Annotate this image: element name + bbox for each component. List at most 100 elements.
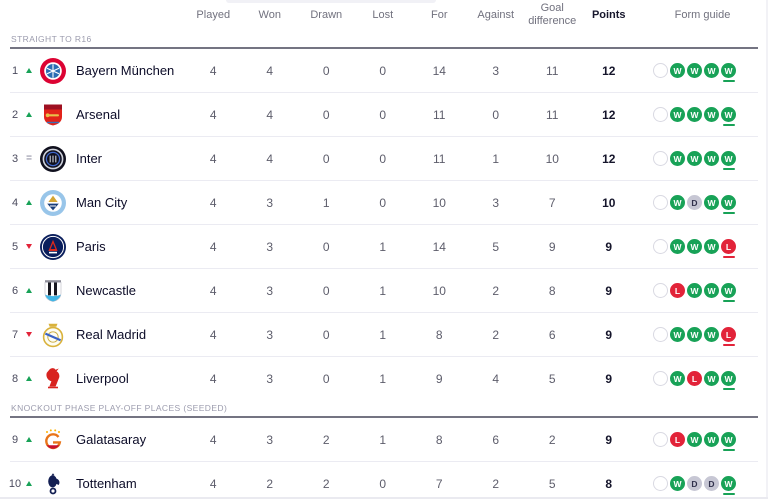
column-header-drawn: Drawn — [298, 9, 355, 22]
cell-for: 10 — [411, 196, 468, 210]
column-header-lost: Lost — [355, 9, 412, 22]
down-arrow-icon — [26, 332, 32, 337]
form-w-icon: W — [670, 63, 685, 78]
rank-number: 5 — [8, 241, 22, 253]
form-guide: WWWW — [637, 63, 768, 78]
team-name[interactable]: Real Madrid — [70, 327, 185, 342]
table-row[interactable]: 10Tottenham42207258WDDW — [0, 462, 768, 499]
up-arrow-icon — [26, 481, 32, 486]
cell-gd: 9 — [524, 240, 581, 254]
table-row[interactable]: 7Real Madrid43018269WWWL — [0, 313, 768, 356]
up-arrow-icon — [26, 288, 32, 293]
form-w-icon: W — [704, 283, 719, 298]
table-row[interactable]: 2Arsenal44001101112WWWW — [0, 93, 768, 136]
movement-up-icon — [22, 68, 36, 73]
section-label: KNOCKOUT PHASE PLAY-OFF PLACES (SEEDED) — [10, 403, 227, 413]
form-empty-icon — [653, 107, 668, 122]
cell-against: 0 — [468, 108, 525, 122]
cell-points: 9 — [581, 328, 638, 342]
cell-drawn: 0 — [298, 328, 355, 342]
top-partial-element — [226, 0, 436, 3]
cell-lost: 1 — [355, 240, 412, 254]
rank-number: 4 — [8, 197, 22, 209]
form-w-icon: W — [687, 107, 702, 122]
form-w-icon: W — [687, 283, 702, 298]
cell-won: 4 — [242, 108, 299, 122]
cell-points: 9 — [581, 433, 638, 447]
movement-up-icon — [22, 112, 36, 117]
cell-won: 3 — [242, 433, 299, 447]
cell-drawn: 0 — [298, 108, 355, 122]
inter-crest-icon — [36, 146, 70, 172]
section-label: STRAIGHT TO R16 — [10, 34, 92, 44]
team-name[interactable]: Paris — [70, 239, 185, 254]
form-w-icon: W — [670, 195, 685, 210]
team-name[interactable]: Galatasaray — [70, 432, 185, 447]
form-w-icon: W — [704, 239, 719, 254]
cell-gd: 6 — [524, 328, 581, 342]
team-name[interactable]: Newcastle — [70, 283, 185, 298]
form-w-icon: W — [670, 327, 685, 342]
cell-won: 4 — [242, 152, 299, 166]
form-l-icon: L — [721, 239, 736, 254]
team-name[interactable]: Bayern München — [70, 63, 185, 78]
cell-played: 4 — [185, 240, 242, 254]
form-d-icon: D — [704, 476, 719, 491]
up-arrow-icon — [26, 376, 32, 381]
cell-played: 4 — [185, 196, 242, 210]
cell-drawn: 0 — [298, 240, 355, 254]
form-guide: WDDW — [637, 476, 768, 491]
table-row[interactable]: 5Paris430114599WWWL — [0, 225, 768, 268]
form-w-icon: W — [704, 151, 719, 166]
form-w-icon: W — [721, 63, 736, 78]
cell-points: 12 — [581, 152, 638, 166]
cell-gd: 2 — [524, 433, 581, 447]
team-name[interactable]: Inter — [70, 151, 185, 166]
mancity-crest-icon — [36, 190, 70, 216]
table-row[interactable]: 6Newcastle430110289LWWW — [0, 269, 768, 312]
cell-lost: 1 — [355, 284, 412, 298]
column-header-against: Against — [468, 9, 525, 22]
table-row[interactable]: 3=Inter44001111012WWWW — [0, 137, 768, 180]
cell-won: 2 — [242, 477, 299, 491]
form-l-icon: L — [670, 283, 685, 298]
table-row[interactable]: 8Liverpool43019459WLWW — [0, 357, 768, 400]
movement-down-icon — [22, 332, 36, 337]
form-w-icon: W — [670, 107, 685, 122]
down-arrow-icon — [26, 244, 32, 249]
form-w-icon: W — [721, 371, 736, 386]
form-empty-icon — [653, 432, 668, 447]
form-w-icon: W — [721, 476, 736, 491]
table-row[interactable]: 1Bayern München44001431112WWWW — [0, 49, 768, 92]
form-guide: WWWW — [637, 151, 768, 166]
movement-up-icon — [22, 376, 36, 381]
cell-points: 12 — [581, 64, 638, 78]
movement-down-icon — [22, 244, 36, 249]
table-row[interactable]: 4Man City4310103710WDWW — [0, 181, 768, 224]
form-d-icon: D — [687, 476, 702, 491]
form-l-icon: L — [721, 327, 736, 342]
cell-against: 3 — [468, 64, 525, 78]
cell-for: 14 — [411, 64, 468, 78]
form-l-icon: L — [687, 371, 702, 386]
team-name[interactable]: Tottenham — [70, 476, 185, 491]
form-w-icon: W — [721, 195, 736, 210]
rank-number: 3 — [8, 153, 22, 165]
liverpool-crest-icon — [36, 366, 70, 392]
cell-gd: 5 — [524, 372, 581, 386]
cell-played: 4 — [185, 477, 242, 491]
team-name[interactable]: Arsenal — [70, 107, 185, 122]
cell-gd: 5 — [524, 477, 581, 491]
team-name[interactable]: Liverpool — [70, 371, 185, 386]
cell-for: 7 — [411, 477, 468, 491]
cell-lost: 0 — [355, 108, 412, 122]
cell-points: 8 — [581, 477, 638, 491]
team-name[interactable]: Man City — [70, 195, 185, 210]
table-row[interactable]: 9Galatasaray43218629LWWW — [0, 418, 768, 461]
form-w-icon: W — [670, 371, 685, 386]
newcastle-crest-icon — [36, 278, 70, 304]
form-w-icon: W — [721, 283, 736, 298]
form-w-icon: W — [704, 327, 719, 342]
cell-won: 3 — [242, 196, 299, 210]
cell-played: 4 — [185, 284, 242, 298]
